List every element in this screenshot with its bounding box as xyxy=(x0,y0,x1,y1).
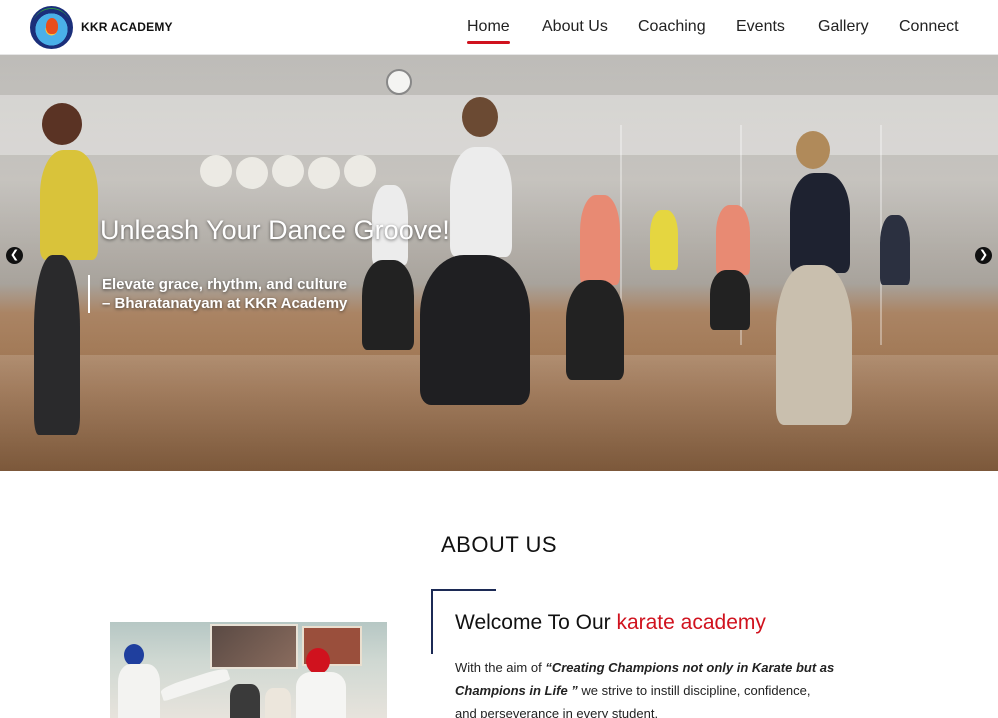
hero-bg-wall xyxy=(0,95,998,155)
hero-bg-ball xyxy=(272,155,304,187)
photo-poster xyxy=(210,624,298,669)
hero-dancer xyxy=(776,265,852,425)
academy-logo[interactable] xyxy=(30,6,73,49)
photo-spectator xyxy=(230,684,260,718)
site-header: KKR ACADEMY Home About Us Coaching Event… xyxy=(0,0,998,55)
welcome-accent: karate academy xyxy=(616,611,766,634)
hero-dancer xyxy=(450,147,512,257)
welcome-heading: Welcome To Our karate academy xyxy=(455,611,766,635)
hero-title: Unleash Your Dance Groove! xyxy=(100,215,450,245)
hero-dancer xyxy=(34,255,80,435)
photo-spectator xyxy=(265,688,291,718)
hero-dancer xyxy=(362,260,414,350)
hero-bg-ball xyxy=(344,155,376,187)
welcome-prefix: Welcome To Our xyxy=(455,611,617,634)
hero-dancer xyxy=(462,97,498,137)
chevron-left-icon[interactable]: ❮ xyxy=(6,247,23,264)
photo-fighter xyxy=(118,664,160,718)
nav-coaching[interactable]: Coaching xyxy=(638,18,706,36)
hero-dancer xyxy=(880,215,910,285)
about-heading: ABOUT US xyxy=(440,532,558,557)
hero-dancer xyxy=(420,255,530,405)
photo-fighter-helmet xyxy=(306,648,330,674)
nav-home[interactable]: Home xyxy=(467,18,510,44)
hero-dancer xyxy=(42,103,82,145)
nav-gallery[interactable]: Gallery xyxy=(818,18,869,36)
about-body-lead: With the aim of xyxy=(455,660,546,675)
about-body-text: With the aim of “Creating Champions not … xyxy=(455,656,835,718)
hero-slider: Unleash Your Dance Groove! Elevate grace… xyxy=(0,55,998,471)
hero-bg-ball xyxy=(200,155,232,187)
hero-dancer xyxy=(796,131,830,169)
photo-fighter xyxy=(296,672,346,718)
hero-dancer xyxy=(716,205,750,275)
photo-fighter-kick xyxy=(159,666,231,702)
hero-dancer xyxy=(710,270,750,330)
hero-dancer xyxy=(580,195,620,285)
photo-fighter-helmet xyxy=(124,644,144,666)
hero-bg-ball xyxy=(236,157,268,189)
brand-name[interactable]: KKR ACADEMY xyxy=(81,20,173,34)
chevron-right-icon[interactable]: ❯ xyxy=(975,247,992,264)
nav-connect[interactable]: Connect xyxy=(899,18,959,36)
hero-dancer xyxy=(650,210,678,270)
hero-bg-ball xyxy=(308,157,340,189)
wall-clock-decoration xyxy=(386,69,412,95)
hero-dancer xyxy=(40,150,98,260)
nav-about-us[interactable]: About Us xyxy=(542,18,608,36)
hero-dancer xyxy=(790,173,850,273)
hero-dancer xyxy=(566,280,624,380)
karate-class-photo xyxy=(110,622,387,718)
hero-subtitle: Elevate grace, rhythm, and culture – Bha… xyxy=(88,275,358,313)
nav-events[interactable]: Events xyxy=(736,18,785,36)
